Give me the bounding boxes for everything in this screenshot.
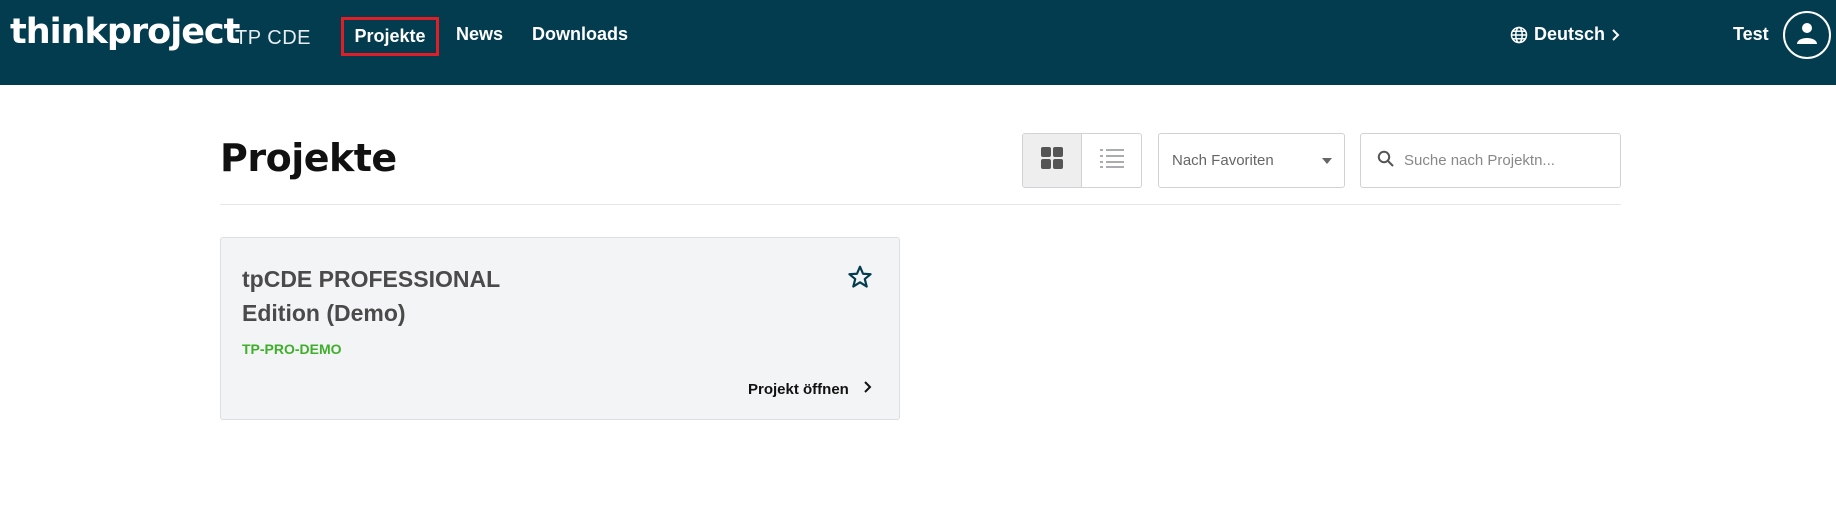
nav-news[interactable]: News — [456, 24, 503, 45]
nav-downloads[interactable]: Downloads — [532, 24, 628, 45]
project-title: tpCDE PROFESSIONAL Edition (Demo) — [242, 266, 500, 326]
search-icon — [1377, 150, 1394, 172]
nav-projects[interactable]: Projekte — [341, 17, 439, 56]
grid-view-button[interactable] — [1023, 134, 1083, 187]
open-project-label: Projekt öffnen — [748, 380, 849, 398]
sort-selected-value: Nach Favoriten — [1172, 152, 1274, 169]
product-name: TP CDE — [235, 27, 311, 49]
open-project-link[interactable]: Projekt öffnen — [748, 380, 872, 398]
list-view-button[interactable] — [1082, 134, 1141, 187]
caret-down-icon — [1322, 158, 1332, 164]
project-code: TP-PRO-DEMO — [242, 341, 342, 357]
nav-projects-label: Projekte — [354, 26, 426, 46]
chevron-right-icon — [863, 380, 872, 398]
header-divider — [220, 204, 1621, 205]
page-title: Projekte — [220, 136, 397, 180]
language-selector[interactable]: Deutsch — [1510, 24, 1621, 45]
sort-dropdown[interactable]: Nach Favoriten — [1158, 133, 1345, 188]
user-name[interactable]: Test — [1733, 24, 1769, 45]
project-card[interactable]: tpCDE PROFESSIONAL Edition (Demo) TP-PRO… — [220, 237, 900, 420]
favorite-star-icon[interactable] — [847, 264, 873, 295]
top-navigation-bar: thinkproject TP CDE Projekte News Downlo… — [0, 0, 1836, 85]
user-avatar[interactable] — [1783, 11, 1831, 59]
chevron-right-icon — [1611, 28, 1621, 42]
brand-logo[interactable]: thinkproject — [10, 12, 240, 52]
project-search — [1360, 133, 1621, 188]
globe-icon — [1510, 26, 1528, 44]
grid-icon — [1041, 147, 1063, 174]
list-icon — [1099, 148, 1124, 173]
language-label: Deutsch — [1534, 24, 1606, 44]
search-input[interactable] — [1404, 152, 1609, 169]
user-icon — [1794, 20, 1820, 51]
view-mode-toggle — [1022, 133, 1142, 188]
